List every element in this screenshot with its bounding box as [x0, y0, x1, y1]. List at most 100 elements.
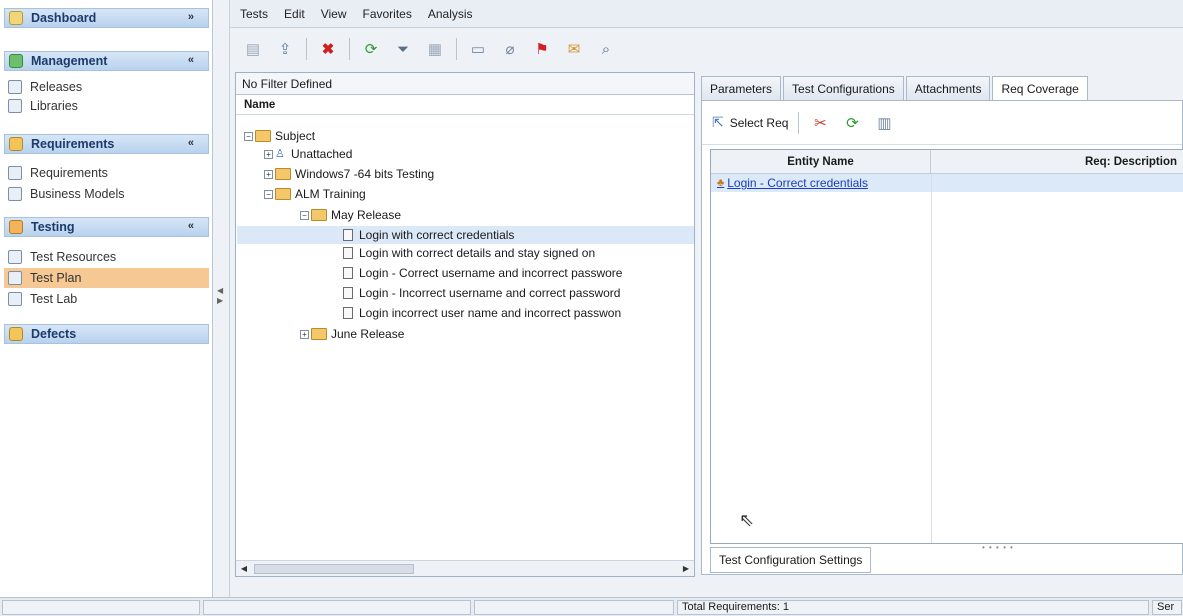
sidebar-item-label: Releases	[30, 80, 83, 94]
tree-horizontal-scrollbar[interactable]: ◀ ▶	[236, 560, 694, 576]
tree-node-unattached[interactable]: + ♙ Unattached	[264, 145, 352, 163]
tab-parameters[interactable]: Parameters	[701, 76, 782, 100]
sidebar-section-defects[interactable]: Defects	[4, 324, 209, 344]
sidebar-item-label: Test Plan	[30, 271, 82, 285]
tree-node-test[interactable]: Login with correct details and stay sign…	[343, 244, 595, 262]
tree-node-windows7[interactable]: + Windows7 -64 bits Testing	[264, 165, 434, 183]
tab-req-coverage[interactable]: Req Coverage	[992, 76, 1088, 100]
tree-node-test-selected[interactable]: Login with correct credentials	[237, 226, 694, 244]
requirement-name: Login - Correct credentials	[727, 176, 868, 190]
table-row[interactable]: ♣ Login - Correct credentials	[711, 174, 1183, 192]
mail-icon[interactable]: ✉	[563, 38, 585, 60]
tab-test-configurations[interactable]: Test Configurations	[783, 76, 904, 100]
chevron-up-icon[interactable]: «	[188, 220, 194, 232]
req-coverage-grid: Entity Name Req: Description ♣ Login - C…	[710, 149, 1183, 544]
refresh-icon[interactable]: ⟳	[360, 38, 382, 60]
zoom-icon[interactable]: ⌕	[595, 38, 617, 60]
expand-icon[interactable]: +	[264, 149, 273, 159]
tab-test-configuration-settings[interactable]: Test Configuration Settings	[710, 547, 872, 573]
sidebar-section-label: Requirements	[31, 137, 115, 151]
select-req-button[interactable]: ⇱ Select Req	[712, 114, 788, 131]
tree-node-label: Subject	[275, 129, 316, 143]
collapse-icon[interactable]: −	[244, 131, 253, 141]
new-test-icon[interactable]: ⇪	[274, 38, 296, 60]
scroll-left-icon[interactable]: ◀	[238, 563, 250, 575]
filter-text: No Filter Defined	[242, 76, 333, 91]
splitter-grip-icon[interactable]: • • • • •	[982, 543, 1014, 552]
toolbar-separator	[798, 111, 800, 134]
sidebar: Dashboard » Management « Releases Librar…	[0, 0, 213, 597]
sidebar-item-requirements[interactable]: Requirements	[4, 163, 209, 183]
management-icon	[9, 54, 23, 68]
collapse-icon[interactable]: −	[264, 189, 273, 199]
flag-icon[interactable]: ⚑	[531, 38, 553, 60]
tree-column-header[interactable]: Name	[236, 95, 694, 115]
menu-view[interactable]: View	[321, 7, 347, 21]
tree-node-test[interactable]: Login incorrect user name and incorrect …	[343, 304, 621, 322]
requirement-icon: ♣	[717, 177, 725, 189]
sidebar-item-test-lab[interactable]: Test Lab	[4, 289, 209, 309]
sidebar-item-libraries[interactable]: Libraries	[4, 96, 209, 116]
refresh-icon[interactable]: ⟳	[841, 112, 863, 134]
test-resources-icon	[8, 250, 22, 264]
expand-icon[interactable]: +	[300, 329, 309, 339]
chevron-up-icon[interactable]: «	[188, 54, 194, 66]
grid-icon[interactable]: ▦	[424, 38, 446, 60]
sidebar-item-business-models[interactable]: Business Models	[4, 184, 209, 204]
req-coverage-toolbar: ⇱ Select Req ✂ ⟳ ▥	[702, 101, 1182, 145]
mouse-cursor-icon: ⇖	[739, 510, 755, 530]
sidebar-section-label: Testing	[31, 220, 75, 234]
scroll-right-icon[interactable]: ▶	[680, 563, 692, 575]
column-header-entity-name[interactable]: Entity Name	[711, 150, 931, 173]
chevron-up-icon[interactable]: «	[188, 137, 194, 149]
menu-favorites[interactable]: Favorites	[363, 7, 412, 21]
sidebar-item-test-plan[interactable]: Test Plan	[4, 268, 209, 288]
requirement-link[interactable]: ♣ Login - Correct credentials	[711, 174, 931, 192]
coverage-details-icon[interactable]: ▥	[873, 112, 895, 134]
filter-icon[interactable]: ⏷	[392, 38, 414, 60]
test-lab-icon	[8, 292, 22, 306]
sidebar-item-test-resources[interactable]: Test Resources	[4, 247, 209, 267]
sidebar-item-label: Libraries	[30, 99, 78, 113]
sidebar-section-testing[interactable]: Testing «	[4, 217, 209, 237]
grid-header: Entity Name Req: Description	[711, 150, 1183, 174]
delete-icon[interactable]: ✖	[317, 38, 339, 60]
new-folder-icon[interactable]: ▤	[242, 38, 264, 60]
tree-node-subject[interactable]: − Subject	[244, 127, 315, 145]
splitter-arrows-icon[interactable]: ◀ ▶	[217, 286, 223, 306]
requirements-list-icon	[8, 166, 22, 180]
tab-attachments[interactable]: Attachments	[905, 76, 991, 100]
sidebar-splitter[interactable]: ◀ ▶	[214, 0, 230, 597]
menu-analysis[interactable]: Analysis	[428, 7, 473, 21]
toolbar: ▤ ⇪ ✖ ⟳ ⏷ ▦ ▭ ⌀ ⚑ ✉ ⌕	[230, 28, 1183, 70]
sidebar-section-dashboard[interactable]: Dashboard »	[4, 8, 209, 28]
attachment-icon[interactable]: ⌀	[499, 38, 521, 60]
tree-node-label: Windows7 -64 bits Testing	[295, 167, 435, 181]
sidebar-section-management[interactable]: Management «	[4, 51, 209, 71]
testing-icon	[9, 220, 23, 234]
collapse-icon[interactable]: −	[300, 210, 309, 220]
chevron-down-icon[interactable]: »	[188, 11, 194, 23]
tree-node-test[interactable]: Login - Incorrect username and correct p…	[343, 284, 620, 302]
sidebar-section-label: Management	[31, 54, 108, 68]
dashboard-icon	[9, 11, 23, 25]
menu-tests[interactable]: Tests	[240, 7, 268, 21]
tree-node-alm-training[interactable]: − ALM Training	[264, 185, 366, 203]
sidebar-section-requirements[interactable]: Requirements «	[4, 134, 209, 154]
folder-icon	[275, 188, 291, 200]
tree-node-test[interactable]: Login - Correct username and incorrect p…	[343, 264, 622, 282]
menu-edit[interactable]: Edit	[284, 7, 305, 21]
sidebar-section-label: Defects	[31, 327, 77, 341]
sidebar-item-releases[interactable]: Releases	[4, 77, 209, 97]
tree-node-june-release[interactable]: + June Release	[300, 325, 404, 343]
folder-icon	[311, 328, 327, 340]
sidebar-item-label: Test Resources	[30, 250, 117, 264]
filter-bar[interactable]: No Filter Defined	[236, 73, 694, 95]
scrollbar-thumb[interactable]	[254, 564, 414, 574]
req-coverage-panel: ⇱ Select Req ✂ ⟳ ▥ Entity Name Req: Desc…	[701, 100, 1183, 575]
tree-node-may-release[interactable]: − May Release	[300, 206, 401, 224]
remove-requirement-icon[interactable]: ✂	[809, 112, 831, 134]
details-icon[interactable]: ▭	[467, 38, 489, 60]
column-header-req-description[interactable]: Req: Description	[931, 150, 1183, 173]
expand-icon[interactable]: +	[264, 169, 273, 179]
